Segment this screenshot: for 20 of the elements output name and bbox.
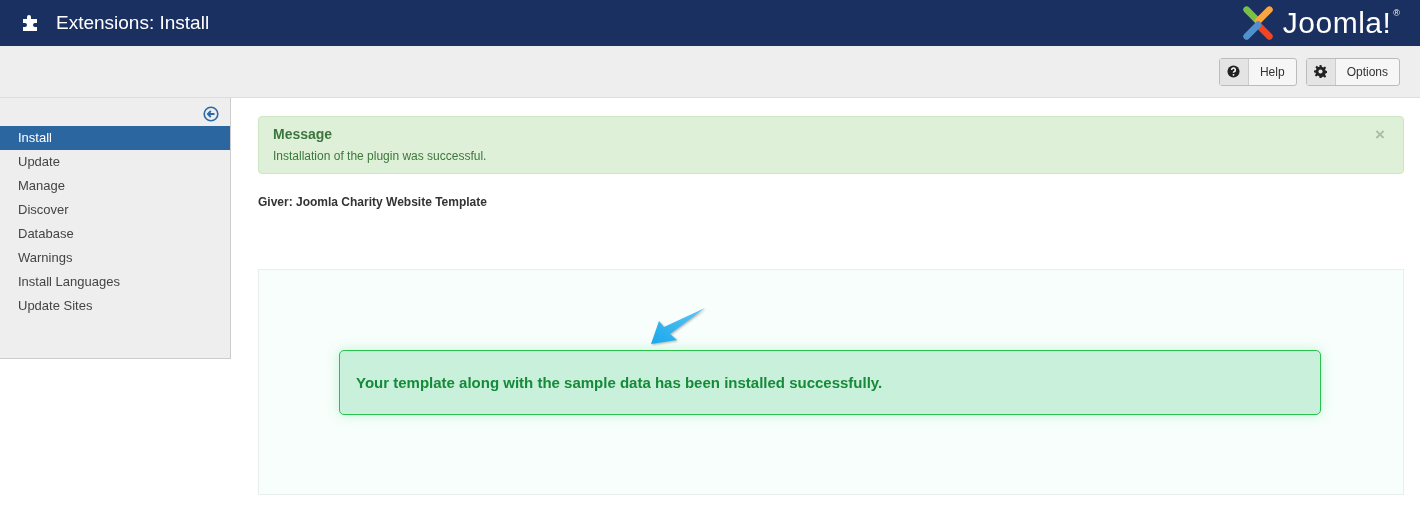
sidebar-item[interactable]: Update <box>0 150 230 174</box>
registered-mark: ® <box>1393 8 1400 18</box>
sidebar-item[interactable]: Discover <box>0 198 230 222</box>
alert-message: Installation of the plugin was successful. <box>273 149 487 163</box>
puzzle-icon <box>20 13 40 33</box>
settings-icon <box>1314 65 1328 78</box>
sidebar-item[interactable]: Update Sites <box>0 294 230 318</box>
alert-heading: Message <box>273 126 334 142</box>
success-message: Your template along with the sample data has been installed successfully. <box>339 350 1321 415</box>
sidebar-item[interactable]: Install <box>0 126 230 150</box>
help-button[interactable]: Help <box>1218 57 1297 86</box>
sidebar-item[interactable]: Warnings <box>0 246 230 270</box>
logo-text: Joomla! <box>1282 5 1392 41</box>
page-title: Extensions: Install <box>56 12 210 34</box>
sidebar-item[interactable]: Database <box>0 222 230 246</box>
options-button[interactable]: Options <box>1305 57 1400 86</box>
sidebar-item[interactable]: Manage <box>0 174 230 198</box>
sidebar-item[interactable]: Install Languages <box>0 270 230 294</box>
giver-label: Giver: Joomla Charity Website Template <box>258 195 488 209</box>
help-icon <box>1227 65 1241 78</box>
